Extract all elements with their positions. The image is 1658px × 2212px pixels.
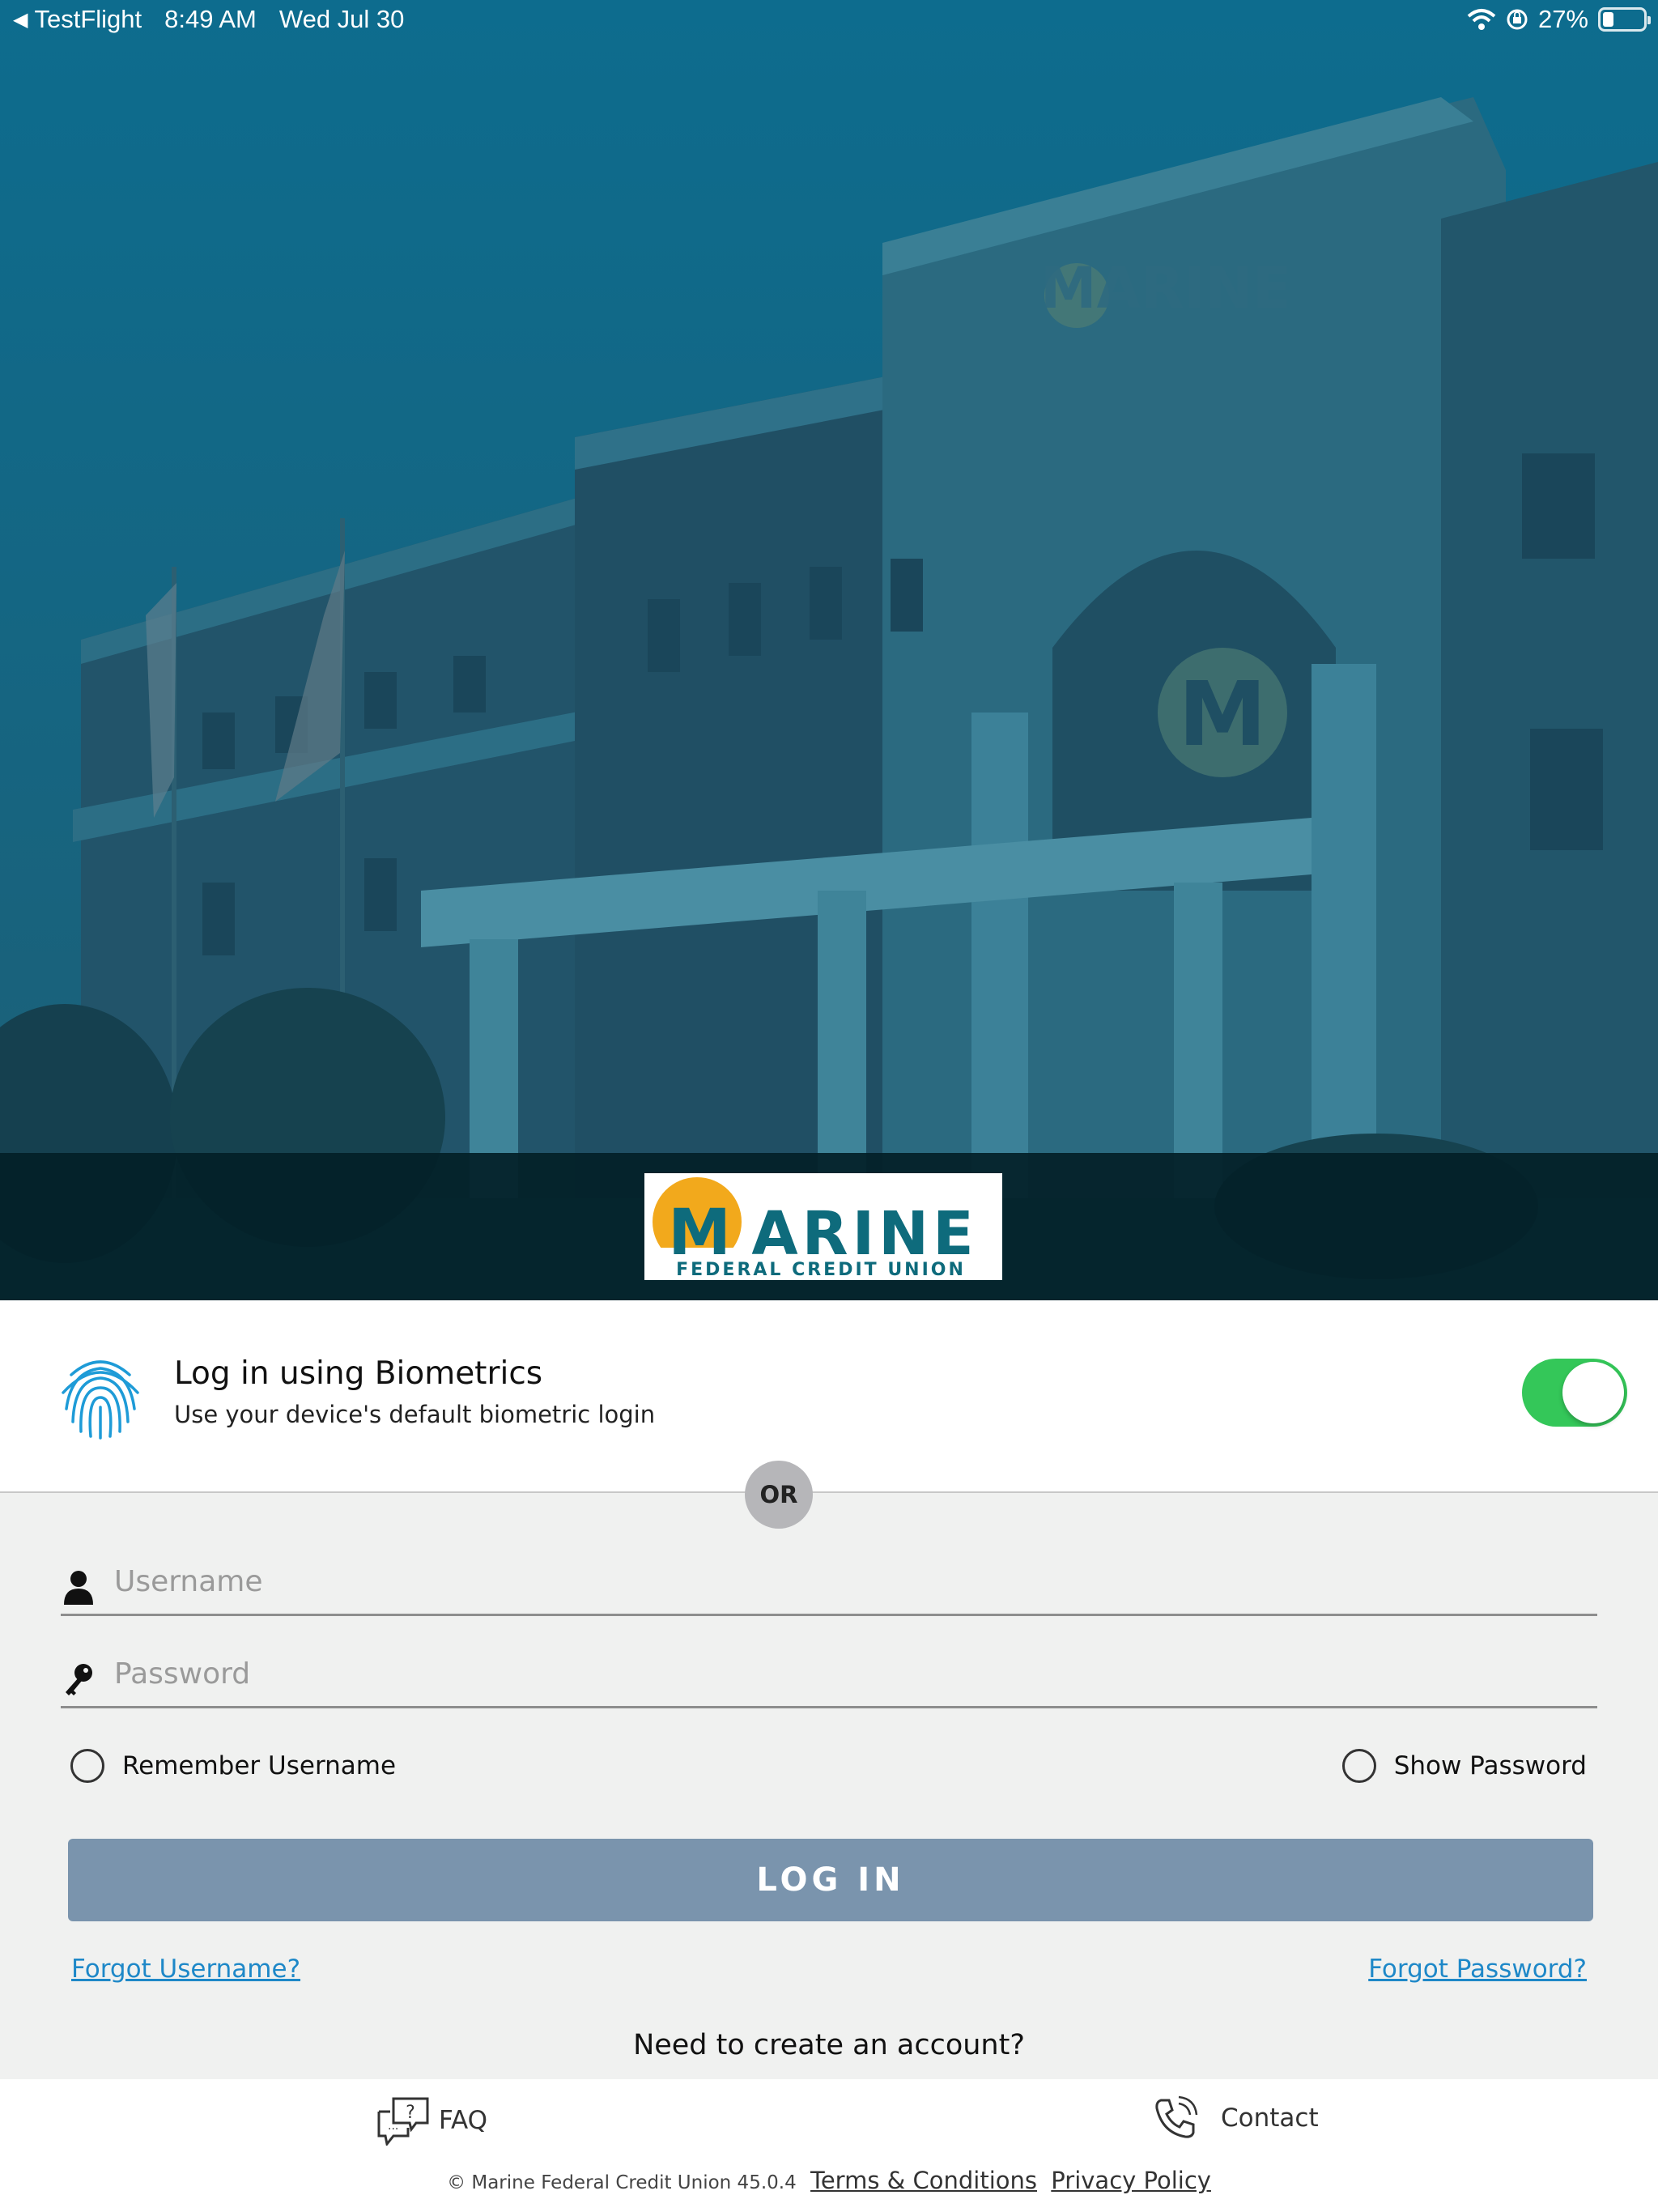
svg-text:ARINE: ARINE — [751, 1199, 977, 1269]
remember-username-label: Remember Username — [122, 1751, 397, 1780]
svg-text:M: M — [668, 1197, 731, 1270]
copyright-text: © Marine Federal Credit Union 45.0.4 — [447, 2172, 797, 2193]
back-app-label[interactable]: TestFlight — [34, 5, 142, 34]
marine-logo: M ARINE FEDERAL CREDIT UNION — [644, 1173, 1002, 1280]
key-icon — [66, 1664, 92, 1695]
building-photo: M MARINE — [0, 0, 1658, 1300]
biometrics-subtitle: Use your device's default biometric logi… — [174, 1401, 656, 1428]
faq-label: FAQ — [439, 2106, 488, 2135]
battery-percent: 27% — [1537, 5, 1588, 33]
privacy-link[interactable]: Privacy Policy — [1051, 2167, 1211, 2194]
faq-button[interactable]: ? ... FAQ — [376, 2095, 487, 2146]
forgot-password-link[interactable]: Forgot Password? — [1368, 1955, 1587, 1984]
password-field — [61, 1644, 1597, 1708]
svg-text:M: M — [1178, 662, 1266, 766]
fingerprint-icon — [62, 1360, 139, 1440]
user-icon — [64, 1571, 93, 1605]
show-password-radio-icon[interactable] — [1341, 1749, 1376, 1783]
username-field — [61, 1551, 1597, 1616]
copyright-line: © Marine Federal Credit Union 45.0.4 Ter… — [0, 2167, 1658, 2194]
svg-text:MARINE: MARINE — [1040, 255, 1291, 321]
show-password-label: Show Password — [1393, 1751, 1587, 1780]
show-password-checkbox[interactable]: Show Password — [1341, 1749, 1587, 1783]
biometrics-title: Log in using Biometrics — [174, 1355, 543, 1392]
battery-icon — [1598, 7, 1651, 32]
login-button[interactable]: LOG IN — [68, 1839, 1593, 1921]
remember-radio-icon[interactable] — [70, 1749, 104, 1783]
username-input[interactable] — [113, 1551, 1570, 1611]
orientation-lock-icon — [1507, 9, 1528, 30]
terms-link[interactable]: Terms & Conditions — [810, 2167, 1037, 2194]
svg-text:...: ... — [388, 2120, 398, 2133]
phone-icon — [1155, 2095, 1198, 2138]
password-input[interactable] — [113, 1644, 1570, 1704]
wifi-icon — [1467, 9, 1496, 30]
status-bar: ◀ TestFlight 8:49 AM Wed Jul 30 27% — [0, 0, 1658, 42]
or-divider-badge: OR — [745, 1461, 813, 1529]
faq-icon: ? ... — [377, 2097, 429, 2146]
back-arrow-icon[interactable]: ◀ — [13, 8, 28, 32]
status-date: Wed Jul 30 — [278, 5, 405, 33]
contact-label: Contact — [1221, 2104, 1319, 2133]
forgot-username-link[interactable]: Forgot Username? — [71, 1955, 300, 1984]
toggle-knob — [1562, 1362, 1624, 1423]
contact-button[interactable]: Contact — [1153, 2095, 1319, 2141]
login-form: Remember Username Show Password LOG IN F… — [0, 1493, 1658, 2079]
create-account-link[interactable]: Need to create an account? — [0, 2029, 1658, 2061]
svg-text:?: ? — [406, 2103, 415, 2123]
hero-banner: M MARINE ◀ TestFlight 8:49 AM Wed Jul 30… — [0, 0, 1658, 1300]
status-time: 8:49 AM — [164, 5, 257, 33]
remember-username-checkbox[interactable]: Remember Username — [70, 1749, 396, 1783]
biometrics-toggle[interactable] — [1522, 1359, 1627, 1427]
biometrics-section: Log in using Biometrics Use your device'… — [0, 1300, 1658, 1493]
svg-text:FEDERAL CREDIT UNION: FEDERAL CREDIT UNION — [676, 1260, 966, 1280]
footer: ? ... FAQ Contact © Marine Federal Credi… — [0, 2079, 1658, 2212]
logo-band: M ARINE FEDERAL CREDIT UNION — [0, 1153, 1658, 1300]
